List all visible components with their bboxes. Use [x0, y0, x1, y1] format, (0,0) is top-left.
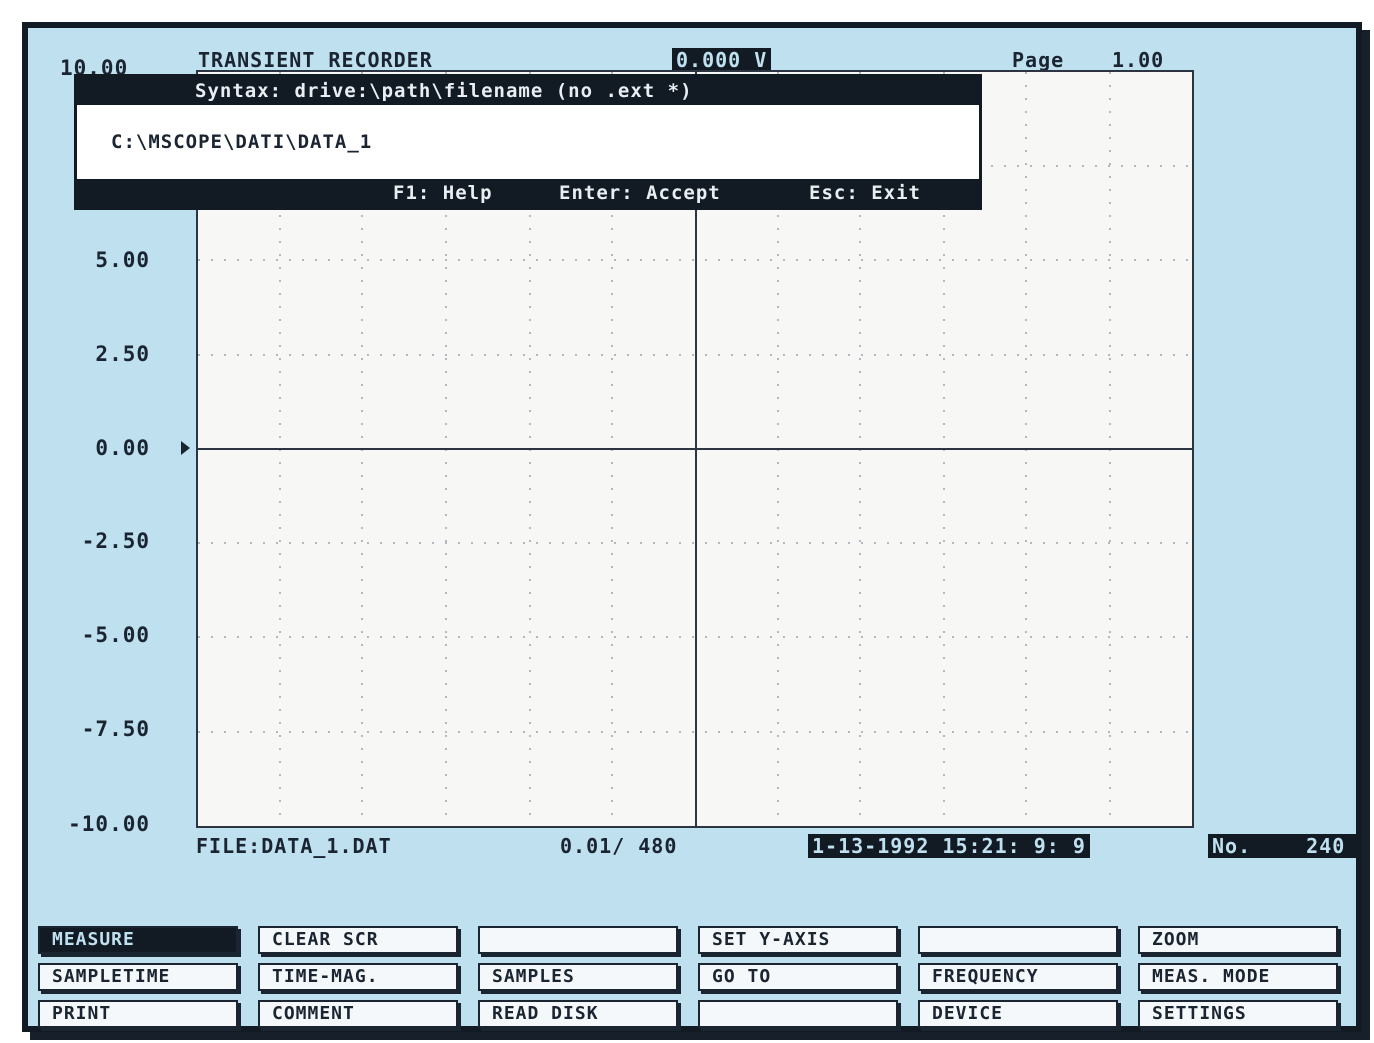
print-button[interactable]: PRINT — [38, 1000, 238, 1028]
empty-button-3[interactable] — [698, 1000, 898, 1028]
y-label-neg-5: -5.00 — [81, 623, 150, 647]
zoom-button[interactable]: ZOOM — [1138, 926, 1338, 954]
y-label-2-5: 2.50 — [95, 342, 150, 366]
screen-shadow-bottom — [30, 1032, 1370, 1040]
measure-button[interactable]: MEASURE — [38, 926, 238, 954]
timebase-status: 0.01/ 480 — [560, 834, 678, 858]
clear-scr-button[interactable]: CLEAR SCR — [258, 926, 458, 954]
exit-key-hint[interactable]: Esc: Exit — [809, 179, 921, 207]
file-name-status: FILE:DATA_1.DAT — [196, 834, 392, 858]
page-label: Page — [1012, 48, 1065, 72]
app-title: TRANSIENT RECORDER — [198, 48, 433, 72]
sample-number-status: No. 240 — [1208, 834, 1356, 858]
read-disk-button[interactable]: READ DISK — [478, 1000, 678, 1028]
dialog-key-bar: F1: Help Enter: Accept Esc: Exit — [77, 179, 979, 207]
y-label-5: 5.00 — [95, 248, 150, 272]
y-label-0: 0.00 — [95, 436, 150, 460]
accept-key-hint[interactable]: Enter: Accept — [559, 179, 721, 207]
meas-mode-button[interactable]: MEAS. MODE — [1138, 963, 1338, 991]
empty-button-1[interactable] — [478, 926, 678, 954]
y-label-neg-7-5: -7.50 — [81, 717, 150, 741]
frequency-button[interactable]: FREQUENCY — [918, 963, 1118, 991]
filename-input[interactable]: C:\MSCOPE\DATI\DATA_1 — [111, 131, 372, 153]
time-mag-button[interactable]: TIME-MAG. — [258, 963, 458, 991]
sample-number-value: 240 — [1306, 834, 1346, 858]
sample-number-label: No. — [1212, 834, 1252, 858]
go-to-button[interactable]: GO TO — [698, 963, 898, 991]
dialog-syntax-bar: Syntax: drive:\path\filename (no .ext *) — [77, 77, 979, 105]
datetime-status: 1-13-1992 15:21: 9: 9 — [808, 834, 1090, 858]
zero-level-marker-icon[interactable] — [181, 441, 190, 455]
filename-dialog: Syntax: drive:\path\filename (no .ext *)… — [74, 74, 982, 210]
sampletime-button[interactable]: SAMPLETIME — [38, 963, 238, 991]
page-value: 1.00 — [1112, 48, 1165, 72]
y-label-neg-10: -10.00 — [68, 812, 150, 836]
device-button[interactable]: DEVICE — [918, 1000, 1118, 1028]
screen-shadow-right — [1362, 30, 1370, 1034]
y-label-neg-2-5: -2.50 — [81, 529, 150, 553]
voltage-readout: 0.000 V — [672, 48, 772, 72]
settings-button[interactable]: SETTINGS — [1138, 1000, 1338, 1028]
set-y-axis-button[interactable]: SET Y-AXIS — [698, 926, 898, 954]
help-key-hint[interactable]: F1: Help — [393, 179, 493, 207]
samples-button[interactable]: SAMPLES — [478, 963, 678, 991]
empty-button-2[interactable] — [918, 926, 1118, 954]
comment-button[interactable]: COMMENT — [258, 1000, 458, 1028]
